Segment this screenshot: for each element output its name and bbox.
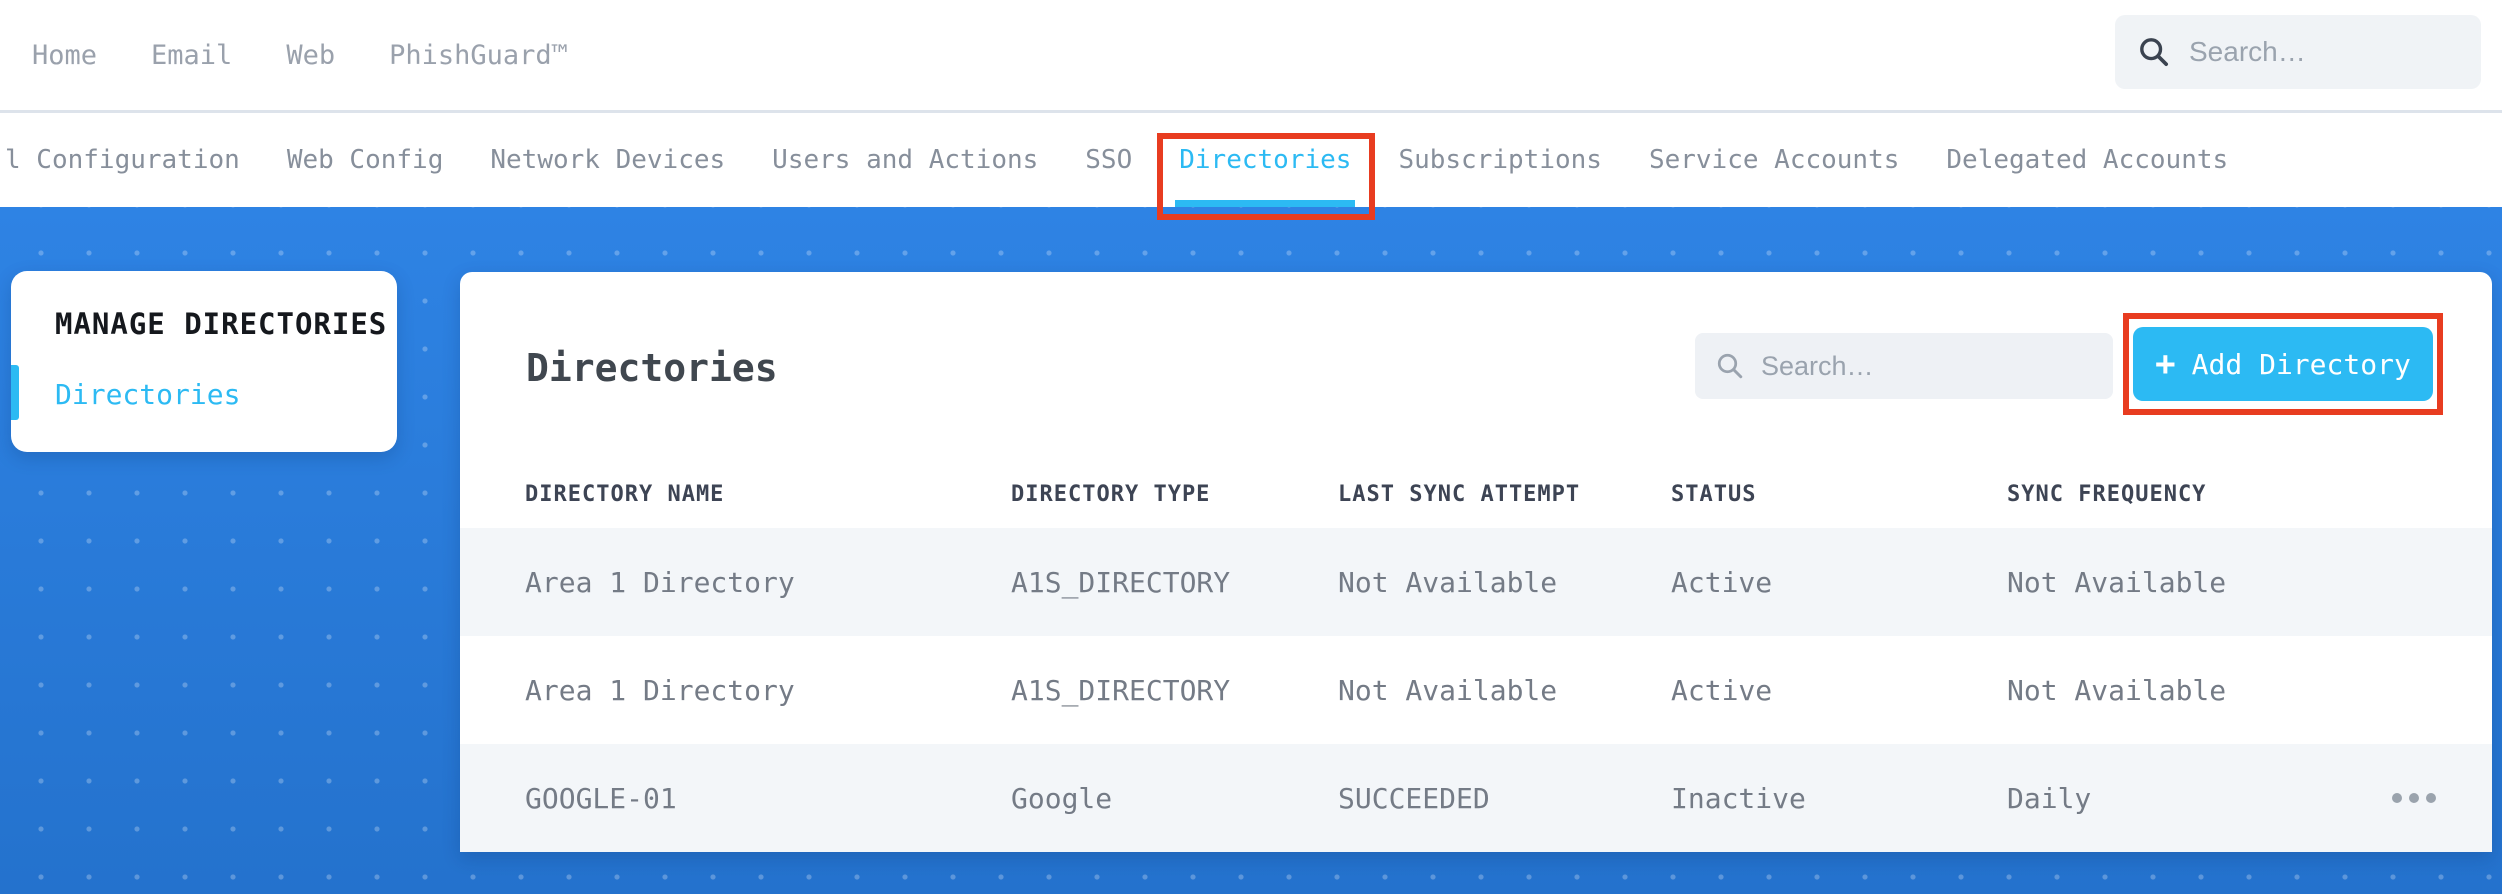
directory-name-link[interactable]: GOOGLE-01: [525, 782, 1011, 815]
tab-label: Web Config: [286, 145, 444, 175]
nav-item-phishguard[interactable]: PhishGuard™: [389, 40, 568, 71]
table-row: GOOGLE-01 Google SUCCEEDED Inactive Dail…: [460, 744, 2492, 852]
status: Inactive: [1671, 781, 1806, 815]
directory-type: A1S_DIRECTORY: [1011, 673, 1231, 707]
directory-type: Google: [1011, 781, 1113, 815]
column-header-status: STATUS: [1671, 481, 1757, 507]
search-icon: [2137, 35, 2171, 69]
directory-type: A1S_DIRECTORY: [1011, 565, 1231, 599]
tab-label: Subscriptions: [1398, 145, 1602, 175]
tab-label: SSO: [1085, 145, 1133, 175]
nav-item-email[interactable]: Email: [151, 40, 232, 71]
sidebar-item-directories[interactable]: Directories: [55, 378, 240, 411]
row-actions-ellipsis-icon[interactable]: [2392, 793, 2436, 803]
tab-email-configuration[interactable]: l Configuration: [5, 113, 240, 207]
tab-users-and-actions[interactable]: Users and Actions: [772, 113, 1038, 207]
directories-search-input[interactable]: [1761, 350, 2093, 382]
tab-web-config[interactable]: Web Config: [287, 113, 444, 207]
nav-item-web[interactable]: Web: [286, 40, 335, 71]
table-row: Area 1 Directory A1S_DIRECTORY Not Avail…: [460, 636, 2492, 744]
tab-label: Directories: [1179, 145, 1352, 175]
page-title: Directories: [526, 346, 778, 390]
tab-subscriptions[interactable]: Subscriptions: [1398, 113, 1602, 207]
column-header-directory-type: DIRECTORY TYPE: [1011, 481, 1211, 507]
sync-frequency: Daily: [2007, 781, 2092, 815]
plus-icon: +: [2155, 344, 2176, 384]
column-header-last-sync-attempt: LAST SYNC ATTEMPT: [1338, 481, 1581, 507]
screen: Home Email Web PhishGuard™ l Configurati…: [0, 0, 2502, 894]
tab-bar: l Configuration Web Config Network Devic…: [0, 113, 2502, 220]
table-header-row: DIRECTORY NAME DIRECTORY TYPE LAST SYNC …: [460, 460, 2492, 528]
add-directory-button[interactable]: + Add Directory: [2133, 327, 2433, 401]
directories-card: Directories + Add Directory DIRECTORY NA…: [460, 272, 2492, 852]
workspace-background: MANAGE DIRECTORIES Directories Directori…: [0, 207, 2502, 894]
panel-title: MANAGE DIRECTORIES: [55, 307, 388, 341]
tab-delegated-accounts[interactable]: Delegated Accounts: [1946, 113, 2228, 207]
tab-label: Delegated Accounts: [1946, 145, 2229, 175]
tab-network-devices[interactable]: Network Devices: [490, 113, 725, 207]
directory-name-link[interactable]: Area 1 Directory: [525, 674, 1011, 707]
table-row: Area 1 Directory A1S_DIRECTORY Not Avail…: [460, 528, 2492, 636]
red-annotation-box-button: + Add Directory: [2123, 313, 2443, 415]
directories-search[interactable]: [1695, 333, 2113, 399]
status: Active: [1671, 673, 1773, 707]
directory-name-link[interactable]: Area 1 Directory: [525, 566, 1011, 599]
column-header-sync-frequency: SYNC FREQUENCY: [2007, 481, 2207, 507]
top-nav: Home Email Web PhishGuard™: [0, 0, 2502, 110]
last-sync-attempt: Not Available: [1338, 673, 1558, 707]
last-sync-attempt: SUCCEEDED: [1338, 781, 1490, 815]
search-icon: [1715, 351, 1745, 381]
tab-directories[interactable]: Directories: [1157, 113, 1376, 220]
tab-service-accounts[interactable]: Service Accounts: [1649, 113, 1899, 207]
global-search[interactable]: [2115, 15, 2481, 89]
sync-frequency: Not Available: [2007, 565, 2227, 599]
global-search-input[interactable]: [2189, 36, 2459, 68]
tab-label: l Configuration: [5, 145, 240, 175]
active-item-indicator: [11, 365, 19, 420]
last-sync-attempt: Not Available: [1338, 565, 1558, 599]
card-header: Directories + Add Directory: [460, 272, 2492, 460]
active-tab-underline: [1175, 200, 1356, 207]
tab-label: Network Devices: [490, 145, 726, 175]
tab-label: Users and Actions: [772, 145, 1039, 175]
add-directory-label: Add Directory: [2191, 347, 2411, 381]
nav-item-home[interactable]: Home: [32, 40, 97, 71]
sync-frequency: Not Available: [2007, 673, 2227, 707]
status: Active: [1671, 565, 1773, 599]
column-header-directory-name: DIRECTORY NAME: [525, 481, 725, 507]
tab-label: Service Accounts: [1648, 145, 1900, 175]
tab-sso[interactable]: SSO: [1085, 113, 1132, 207]
manage-directories-panel: MANAGE DIRECTORIES Directories: [11, 271, 397, 452]
